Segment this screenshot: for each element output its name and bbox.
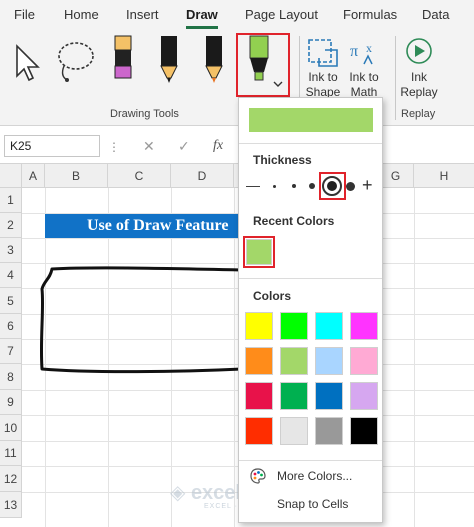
pen-1-button[interactable]	[110, 34, 136, 89]
row-header[interactable]: 13	[0, 492, 22, 518]
snap-to-cells-menu-item[interactable]: Snap to Cells	[277, 497, 348, 511]
pen-orange-icon	[205, 36, 223, 83]
row-header[interactable]: 1	[0, 188, 22, 213]
color-swatch[interactable]	[315, 347, 343, 375]
column-header[interactable]: B	[45, 164, 108, 188]
color-swatch[interactable]	[315, 312, 343, 340]
formula-bar: K25 ⋮ ✕ ✓ fx	[0, 128, 474, 164]
row-header[interactable]: 11	[0, 441, 22, 466]
color-swatch[interactable]	[245, 417, 273, 445]
tab-formulas[interactable]: Formulas	[343, 7, 397, 22]
tab-draw[interactable]: Draw	[186, 7, 218, 22]
color-swatch[interactable]	[280, 382, 308, 410]
hand-drawn-rectangle[interactable]	[30, 259, 245, 384]
ink-to-shape-icon[interactable]	[305, 36, 341, 70]
palette-icon	[249, 467, 267, 488]
pen-2-button[interactable]	[156, 34, 182, 89]
active-tab-indicator	[186, 26, 218, 29]
column-header[interactable]: A	[22, 164, 45, 188]
ink-to-math-label[interactable]: Ink to Math	[343, 70, 385, 100]
row-header[interactable]: 3	[0, 238, 22, 263]
color-swatch[interactable]	[350, 382, 378, 410]
enter-icon[interactable]: ✓	[178, 138, 190, 155]
ink-replay-label[interactable]: Ink Replay	[397, 70, 441, 100]
selected-pen-highlight	[236, 33, 290, 97]
menu-separator	[239, 143, 382, 144]
tab-file[interactable]: File	[14, 7, 35, 22]
thickness-option-3[interactable]	[309, 183, 315, 189]
tab-insert[interactable]: Insert	[126, 7, 159, 22]
color-swatch[interactable]	[350, 312, 378, 340]
tab-home[interactable]: Home	[64, 7, 99, 22]
ink-replay-icon[interactable]	[404, 36, 434, 68]
color-swatch[interactable]	[280, 347, 308, 375]
column-header[interactable]: D	[171, 164, 234, 188]
more-colors-menu-item[interactable]: More Colors...	[277, 469, 352, 483]
thickness-label: Thickness	[253, 153, 312, 167]
name-box[interactable]: K25	[4, 135, 100, 157]
thickness-row: — +	[239, 172, 382, 200]
row-header[interactable]: 5	[0, 288, 22, 314]
row-header[interactable]: 10	[0, 415, 22, 441]
cancel-icon[interactable]: ✕	[143, 138, 155, 155]
row-header[interactable]: 12	[0, 466, 22, 492]
tab-data[interactable]: Data	[422, 7, 449, 22]
select-tool-button[interactable]	[12, 40, 44, 87]
svg-text:π: π	[350, 43, 358, 60]
row-header[interactable]: 9	[0, 390, 22, 415]
row-header[interactable]: 2	[0, 213, 22, 238]
colors-label: Colors	[253, 289, 292, 303]
replay-group-label: Replay	[401, 108, 436, 120]
color-swatch[interactable]	[350, 347, 378, 375]
ribbon-tab-bar: File Home Insert Draw Page Layout Formul…	[0, 0, 474, 30]
row-header[interactable]: 8	[0, 364, 22, 390]
insert-function-icon[interactable]: fx	[213, 138, 223, 154]
color-swatch[interactable]	[280, 312, 308, 340]
color-swatch[interactable]	[315, 417, 343, 445]
column-header[interactable]: C	[108, 164, 171, 188]
pen-purple-icon	[114, 35, 132, 79]
ink-to-shape-label[interactable]: Ink to Shape	[302, 70, 344, 100]
thickness-option-2[interactable]	[292, 184, 296, 188]
color-swatch[interactable]	[245, 347, 273, 375]
color-swatch[interactable]	[350, 417, 378, 445]
menu-separator	[239, 278, 382, 279]
thickness-decrease-icon[interactable]: —	[246, 177, 260, 193]
pen-3-button[interactable]	[201, 34, 227, 89]
tab-page-layout[interactable]: Page Layout	[245, 7, 318, 22]
formula-bar-grip-icon: ⋮	[108, 140, 120, 154]
sheet-title-banner[interactable]: Use of Draw Feature	[45, 214, 245, 238]
pen-options-dropdown: Thickness — + Recent Colors Colors More …	[238, 97, 383, 523]
ink-to-math-icon[interactable]: π x	[346, 36, 382, 70]
lasso-icon	[58, 42, 94, 82]
row-header[interactable]: 7	[0, 339, 22, 364]
column-header[interactable]: H	[414, 164, 474, 188]
selected-thickness-highlight	[319, 172, 346, 200]
select-all-corner[interactable]	[0, 164, 22, 188]
thickness-option-5[interactable]	[346, 182, 355, 191]
current-color-preview	[249, 108, 373, 132]
recent-colors-label: Recent Colors	[253, 214, 335, 228]
pen-black-icon	[160, 36, 178, 83]
column-header[interactable]: G	[378, 164, 414, 188]
worksheet-grid[interactable]: A B C D G H 1 2 3 4 5 6 7 8 9 10 11 12 1…	[0, 164, 474, 527]
menu-separator	[239, 460, 382, 461]
color-swatch[interactable]	[245, 382, 273, 410]
svg-text:x: x	[366, 41, 372, 55]
thickness-increase-icon[interactable]: +	[362, 175, 373, 196]
lasso-select-button[interactable]	[54, 38, 98, 87]
recent-color-highlight	[243, 236, 275, 268]
arrow-cursor-icon	[16, 44, 40, 82]
color-swatch[interactable]	[315, 382, 343, 410]
thickness-option-1[interactable]	[273, 185, 276, 188]
color-swatch[interactable]	[280, 417, 308, 445]
ribbon-draw: Ink to Shape π x Ink to Math Ink Replay …	[0, 30, 474, 126]
row-header[interactable]: 4	[0, 263, 22, 288]
drawing-tools-group-label: Drawing Tools	[110, 108, 179, 120]
group-separator	[395, 36, 396, 120]
color-swatch[interactable]	[245, 312, 273, 340]
row-header[interactable]: 6	[0, 314, 22, 339]
